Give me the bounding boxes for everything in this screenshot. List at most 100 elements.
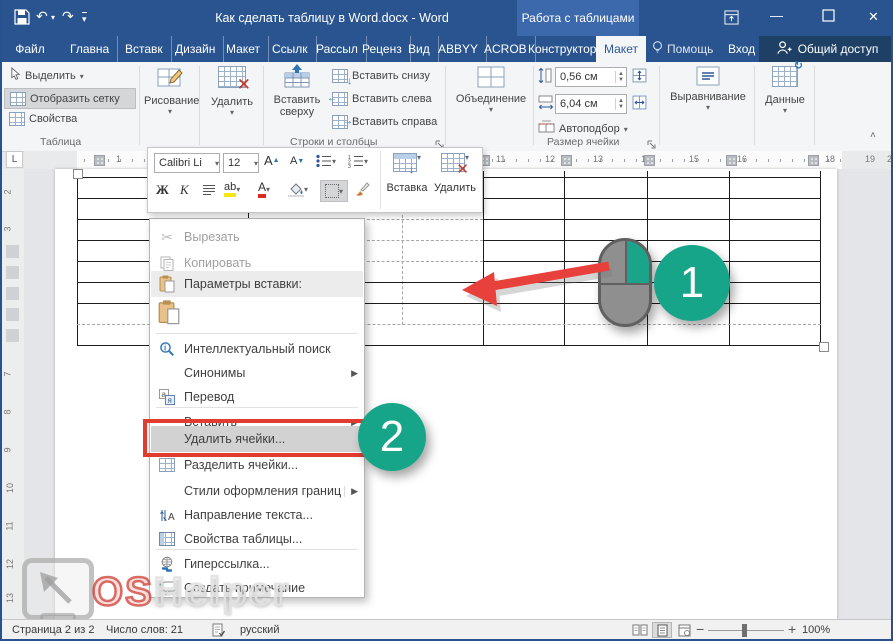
- cursor-icon: [10, 67, 21, 85]
- ribbon-tab-row: Файл Главна Вставк Дизайн Макет Ссылк Ра…: [2, 36, 891, 62]
- row-height-spinner[interactable]: ▲▼: [615, 71, 626, 83]
- paste-option-keep-formatting-button[interactable]: [158, 299, 186, 329]
- tab-constructor[interactable]: Конструктор: [520, 36, 605, 62]
- distribute-rows-icon[interactable]: [632, 68, 647, 88]
- justify-button[interactable]: [202, 184, 216, 196]
- font-name-combo[interactable]: Calibri Li▾: [154, 153, 220, 173]
- merge-button[interactable]: Объединение ▾: [452, 66, 530, 114]
- proofing-status-icon[interactable]: [208, 622, 228, 638]
- word-count[interactable]: Число слов: 21: [106, 624, 183, 636]
- tab-stop-selector[interactable]: L: [6, 151, 23, 168]
- shading-button[interactable]: ▾: [288, 182, 308, 197]
- insert-left-button[interactable]: ← Вставить слева: [332, 92, 432, 106]
- column-width-icon: [538, 95, 554, 115]
- mini-delete-button[interactable]: ✕▾ Удалить: [432, 149, 478, 207]
- undo-dropdown-icon[interactable]: ▾: [51, 13, 55, 22]
- web-layout-button[interactable]: [674, 622, 694, 638]
- customize-qat-icon[interactable]: ▾: [82, 12, 87, 25]
- row-height-field[interactable]: 0,56 см ▲▼: [555, 67, 627, 87]
- share-button[interactable]: Общий доступ: [759, 36, 893, 62]
- insert-left-icon: ←: [332, 92, 348, 106]
- svg-text:3: 3: [348, 164, 351, 168]
- zoom-level[interactable]: 100%: [802, 624, 830, 636]
- menu-item-cut[interactable]: ✂ Вырезать: [150, 225, 364, 249]
- numbering-button[interactable]: 123▾: [348, 154, 368, 168]
- ruler-table-marker[interactable]: [808, 155, 819, 166]
- data-button[interactable]: ↻ Данные ▾: [759, 66, 811, 115]
- delete-button[interactable]: ✕ Удалить ▾: [206, 66, 258, 117]
- delete-table-icon: ✕: [218, 66, 246, 88]
- menu-item-translate[interactable]: ая Перевод: [150, 385, 364, 409]
- undo-icon[interactable]: ↶: [36, 8, 48, 25]
- menu-item-text-direction[interactable]: А Направление текста...: [150, 503, 364, 527]
- menu-item-table-properties[interactable]: Свойства таблицы...: [150, 527, 364, 551]
- column-width-field[interactable]: 6,04 см ▲▼: [555, 94, 627, 114]
- contextual-tab-title[interactable]: Работа с таблицами: [517, 0, 639, 36]
- group-label-cell-size: Размер ячейки: [547, 136, 619, 148]
- scissors-icon: ✂: [150, 229, 184, 246]
- read-mode-button[interactable]: [630, 622, 650, 638]
- insert-right-icon: →: [332, 115, 348, 129]
- menu-item-border-styles[interactable]: Стили оформления границ ▶: [150, 479, 364, 503]
- menu-item-synonyms[interactable]: Синонимы ▶: [150, 361, 364, 385]
- insert-right-button[interactable]: → Вставить справа: [332, 115, 437, 129]
- tab-layout-table-tools[interactable]: Макет: [596, 36, 646, 62]
- close-button[interactable]: ✕: [868, 9, 879, 25]
- ribbon-display-options-icon[interactable]: [724, 10, 739, 28]
- italic-button[interactable]: К: [180, 182, 189, 198]
- font-color-button[interactable]: А▾: [258, 181, 270, 198]
- menu-item-smart-lookup[interactable]: i Интеллектуальный поиск: [150, 337, 364, 361]
- column-width-spinner[interactable]: ▲▼: [615, 98, 626, 110]
- title-bar: ↶ ▾ ↷ ▾ Как сделать таблицу в Word.docx …: [2, 0, 891, 36]
- page-indicator[interactable]: Страница 2 из 2: [12, 624, 94, 636]
- window-title: Как сделать таблицу в Word.docx - Word: [122, 11, 542, 25]
- table-resize-handle[interactable]: [819, 342, 829, 352]
- delete-table-icon: ✕▾: [441, 153, 469, 177]
- font-size-combo[interactable]: 12▾: [223, 153, 259, 173]
- mini-toolbar: Calibri Li▾ 12▾ A▲ A▼ ▾ 123▾ ↓▾ Вставка …: [147, 147, 483, 213]
- bold-button[interactable]: Ж: [156, 182, 169, 198]
- ruler-table-marker[interactable]: [644, 155, 655, 166]
- table-gridline-dashed: [362, 219, 483, 220]
- ruler-table-marker[interactable]: [726, 155, 737, 166]
- tab-signin[interactable]: Вход: [720, 36, 763, 62]
- distribute-columns-icon[interactable]: [632, 95, 647, 115]
- tab-layout[interactable]: Макет: [218, 36, 269, 62]
- mini-insert-button[interactable]: ↓▾ Вставка: [384, 149, 430, 207]
- highlight-button[interactable]: ab▾: [224, 181, 240, 197]
- collapse-ribbon-icon[interactable]: ˄: [870, 130, 876, 141]
- insert-below-icon: ↓: [332, 69, 348, 83]
- language-indicator[interactable]: русский: [240, 624, 279, 636]
- alignment-button[interactable]: Выравнивание ▾: [666, 66, 750, 112]
- format-painter-button[interactable]: [354, 181, 370, 197]
- maximize-button[interactable]: [822, 9, 835, 25]
- table-properties-icon: [9, 112, 25, 126]
- save-icon[interactable]: [14, 9, 30, 28]
- svg-text:i: i: [164, 344, 166, 353]
- draw-table-button[interactable]: Рисование ▾: [144, 66, 196, 116]
- ruler-table-marker[interactable]: [94, 155, 105, 166]
- tab-design[interactable]: Дизайн: [167, 36, 224, 62]
- borders-button[interactable]: ▾: [320, 180, 348, 202]
- table-move-handle[interactable]: [73, 169, 83, 179]
- shrink-font-button[interactable]: A▼: [290, 155, 304, 167]
- table-properties-button[interactable]: Свойства: [9, 112, 77, 126]
- minimize-button[interactable]: —: [770, 8, 783, 23]
- tab-insert[interactable]: Вставк: [117, 36, 172, 62]
- zoom-slider-thumb[interactable]: [742, 624, 747, 637]
- vertical-ruler[interactable]: 2 3 7 8 9 10 11 12 13: [2, 169, 25, 620]
- grow-font-button[interactable]: A▲: [264, 153, 280, 168]
- tab-home[interactable]: Главна: [62, 36, 118, 62]
- view-gridlines-toggle[interactable]: Отобразить сетку: [4, 88, 136, 109]
- select-button[interactable]: Выделить▾: [10, 67, 84, 85]
- zoom-out-button[interactable]: −: [696, 621, 704, 637]
- zoom-in-button[interactable]: +: [788, 621, 796, 637]
- ruler-table-marker[interactable]: [561, 155, 572, 166]
- tab-file[interactable]: Файл: [4, 36, 56, 62]
- tab-help[interactable]: Помощь: [644, 36, 721, 62]
- insert-above-button[interactable]: Вставить сверху: [268, 64, 326, 118]
- redo-icon[interactable]: ↷: [62, 8, 74, 25]
- print-layout-button[interactable]: [652, 622, 672, 638]
- bullets-button[interactable]: ▾: [316, 154, 336, 168]
- insert-below-button[interactable]: ↓ Вставить снизу: [332, 69, 430, 83]
